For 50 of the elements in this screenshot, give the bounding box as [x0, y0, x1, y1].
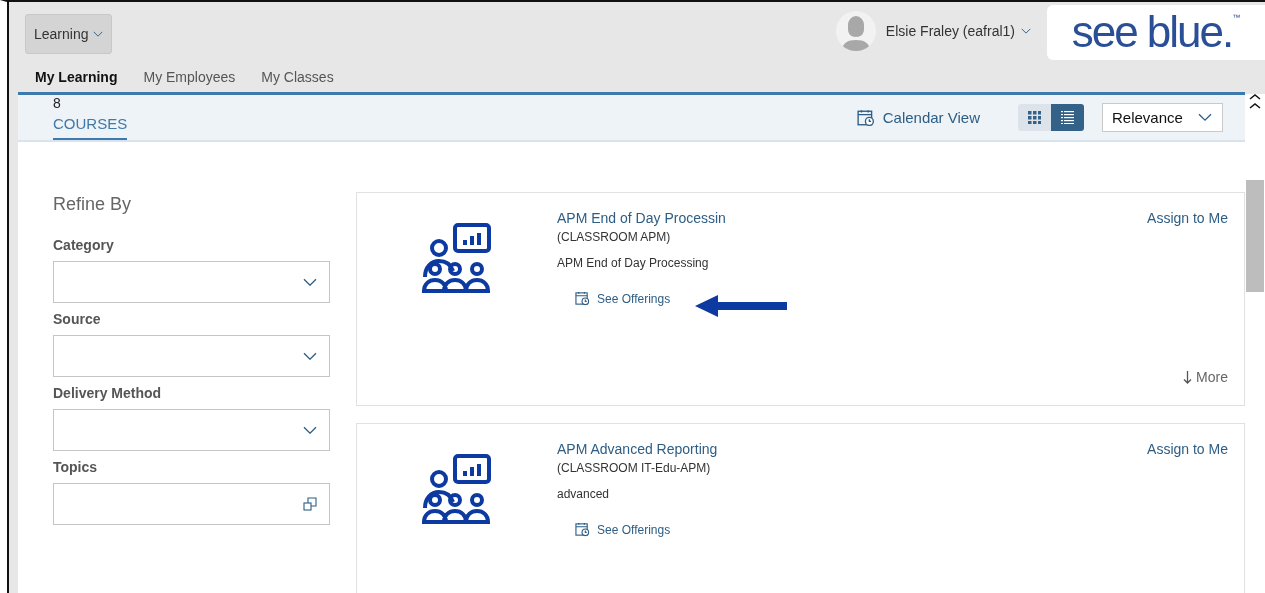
classroom-icon [421, 223, 493, 295]
filter-label: Source [53, 311, 102, 327]
app-menu-button[interactable]: Learning [25, 14, 112, 54]
course-code: (CLASSROOM APM) [557, 230, 671, 244]
arrow-down-icon [1183, 370, 1193, 384]
filter-dropdown[interactable] [53, 335, 330, 377]
course-title[interactable]: APM End of Day Processin [557, 210, 726, 226]
avatar-silhouette[interactable] [835, 11, 876, 51]
list-icon [1061, 111, 1074, 124]
chevron-down-icon [303, 277, 317, 287]
course-description: APM End of Day Processing [557, 256, 709, 270]
course-count: 8 [53, 95, 62, 111]
assign-to-me-link[interactable]: Assign to Me [1147, 441, 1228, 457]
course-code: (CLASSROOM IT-Edu-APM) [557, 461, 711, 475]
sort-dropdown[interactable]: Relevance [1102, 103, 1223, 132]
chevron-down-icon [1198, 113, 1212, 122]
list-view-button[interactable] [1051, 104, 1084, 131]
see-offerings-link[interactable]: See Offerings [575, 522, 671, 537]
course-title[interactable]: APM Advanced Reporting [557, 441, 718, 457]
scroll-thumb[interactable] [1246, 180, 1264, 292]
filter-label: Topics [53, 459, 99, 475]
filter-input-field[interactable] [53, 483, 330, 525]
filter-dropdown[interactable] [53, 261, 330, 303]
classroom-icon [421, 454, 493, 526]
chevron-down-icon [303, 425, 317, 435]
course-description: advanced [557, 487, 610, 501]
calendar-view-link[interactable]: Calendar View [850, 107, 986, 128]
calendar-clock-icon [575, 522, 590, 537]
filter-label: Delivery Method [53, 385, 163, 401]
scroll-up-icon[interactable] [1249, 94, 1261, 110]
assign-to-me-link[interactable]: Assign to Me [1147, 210, 1228, 226]
grid-icon [1028, 111, 1041, 124]
chevron-down-icon [1021, 28, 1031, 34]
see-offerings-link[interactable]: See Offerings [575, 291, 671, 306]
calendar-clock-icon [856, 108, 875, 127]
refine-title: Refine By [53, 194, 133, 215]
filter-label: Category [53, 237, 115, 253]
nav-tab[interactable]: My Learning [35, 68, 118, 86]
chevron-down-icon [303, 351, 317, 361]
filter-dropdown[interactable] [53, 409, 330, 451]
value-help-icon [303, 497, 317, 511]
courses-tab[interactable]: COURSES [53, 115, 128, 140]
logo: see blue.™ [1047, 4, 1265, 60]
nav-tab[interactable]: My Employees [143, 68, 236, 86]
nav-tab[interactable]: My Classes [261, 68, 334, 86]
grid-view-button[interactable] [1018, 104, 1051, 131]
calendar-clock-icon [575, 291, 590, 306]
user-menu[interactable]: Elsie Fraley (eafral1) [879, 22, 1037, 40]
chevron-down-icon [92, 31, 103, 37]
more-button[interactable]: More [1183, 369, 1228, 385]
